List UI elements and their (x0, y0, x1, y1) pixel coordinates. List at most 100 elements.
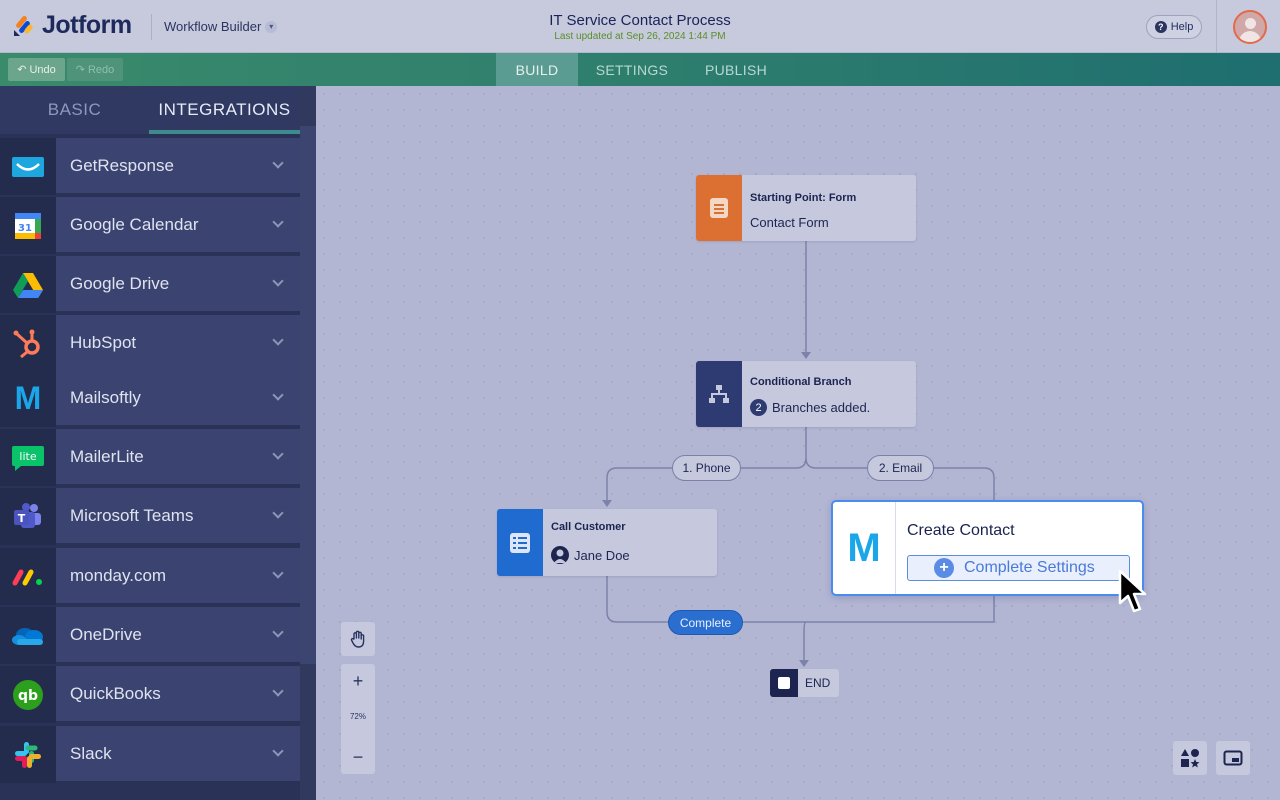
complete-settings-button[interactable]: + Complete Settings (907, 555, 1130, 581)
avatar[interactable] (1233, 10, 1267, 44)
end-label: END (805, 676, 831, 690)
onedrive-icon (0, 607, 56, 664)
sidebar-item-google-calendar[interactable]: 31 Google Calendar (0, 197, 300, 254)
redo-label: Redo (87, 63, 115, 76)
branch-label-email[interactable]: 2. Email (867, 455, 934, 481)
tab-publish[interactable]: PUBLISH (688, 53, 784, 86)
quickbooks-icon: qb (0, 666, 56, 723)
user-icon (551, 546, 569, 564)
tab-build[interactable]: BUILD (496, 53, 578, 86)
mailsoftly-icon: M (833, 502, 896, 594)
header-divider (151, 14, 152, 40)
avatar-body (1239, 31, 1261, 42)
hand-icon[interactable] (341, 622, 375, 656)
plus-icon: + (934, 558, 954, 578)
question-icon: ? (1154, 21, 1167, 33)
sidebar-item-label: MailerLite (56, 429, 300, 486)
google-drive-icon (0, 256, 56, 313)
zoom-out-button[interactable]: − (341, 740, 375, 774)
tab-basic[interactable]: BASIC (0, 86, 149, 134)
end-node[interactable]: END (770, 669, 839, 697)
sidebar-item-monday[interactable]: monday.com (0, 548, 300, 605)
svg-text:qb: qb (18, 688, 38, 704)
pan-tool[interactable] (341, 622, 375, 656)
chevron-down-icon: ▾ (265, 20, 278, 33)
conditional-branch-node[interactable]: Conditional Branch 2 Branches added. (696, 361, 916, 427)
app-switcher[interactable]: Workflow Builder ▾ (164, 19, 278, 34)
undo-button[interactable]: ↶ Undo (8, 58, 65, 81)
hubspot-icon (0, 315, 56, 372)
sidebar-item-label: monday.com (56, 548, 300, 605)
sidebar-item-quickbooks[interactable]: qb QuickBooks (0, 666, 300, 723)
help-button[interactable]: ? Help (1146, 15, 1202, 39)
sidebar-item-slack[interactable]: Slack (0, 726, 300, 783)
header-divider-right (1216, 0, 1217, 53)
microsoft-teams-icon: T (0, 488, 56, 545)
sidebar-item-label: Slack (56, 726, 300, 783)
undo-icon: ↶ (17, 64, 27, 76)
sidebar-item-label: QuickBooks (56, 666, 300, 723)
branch-icon (696, 361, 742, 427)
call-node-assignee: Jane Doe (551, 546, 630, 564)
call-node-title: Call Customer (551, 521, 626, 533)
sidebar-item-label: Microsoft Teams (56, 488, 300, 545)
shapes-icon (1181, 749, 1200, 768)
mailsoftly-icon: M (0, 370, 56, 427)
svg-text:T: T (18, 512, 26, 525)
complete-settings-label: Complete Settings (964, 559, 1095, 576)
minimap-button[interactable] (1216, 741, 1250, 775)
zoom-controls: + 72% − (341, 664, 375, 774)
svg-text:lite: lite (19, 450, 36, 463)
app-header: Jotform Workflow Builder ▾ IT Service Co… (0, 0, 1280, 53)
google-calendar-icon: 31 (0, 197, 56, 254)
start-node-title: Starting Point: Form (750, 192, 857, 204)
help-label: Help (1170, 21, 1194, 33)
page-title[interactable]: IT Service Contact Process (440, 12, 840, 29)
sidebar-item-label: Mailsoftly (56, 370, 300, 427)
sidebar-tabs: BASIC INTEGRATIONS (0, 86, 300, 134)
avatar-head (1245, 18, 1256, 29)
tab-settings[interactable]: SETTINGS (583, 53, 681, 86)
minimap-icon (1223, 750, 1243, 766)
jotform-logo[interactable]: Jotform (12, 11, 132, 40)
sidebar-item-label: Google Calendar (56, 197, 300, 254)
app-name-label: Workflow Builder (164, 19, 262, 34)
sidebar-scrollbar-thumb[interactable] (300, 126, 316, 664)
sidebar-item-mailsoftly[interactable]: M Mailsoftly (0, 370, 300, 427)
call-customer-node[interactable]: Call Customer Jane Doe (497, 509, 717, 576)
sidebar-item-label: GetResponse (56, 138, 300, 195)
sidebar-item-label: HubSpot (56, 315, 300, 372)
branch-node-title: Conditional Branch (750, 376, 852, 388)
create-contact-title: Create Contact (907, 522, 1015, 539)
sidebar-item-microsoft-teams[interactable]: T Microsoft Teams (0, 488, 300, 545)
start-node-form-name: Contact Form (750, 215, 829, 230)
sidebar-item-mailerlite[interactable]: lite MailerLite (0, 429, 300, 486)
redo-button[interactable]: ↷ Redo (67, 58, 123, 81)
branch-count-badge: 2 (750, 399, 767, 416)
getresponse-icon (0, 138, 56, 195)
sidebar-item-getresponse[interactable]: GetResponse (0, 138, 300, 195)
elements-button[interactable] (1173, 741, 1207, 775)
workflow-title-block: IT Service Contact Process Last updated … (440, 12, 840, 42)
sidebar-item-label: Google Drive (56, 256, 300, 313)
sidebar-item-google-drive[interactable]: Google Drive (0, 256, 300, 313)
zoom-level: 72% (349, 712, 366, 721)
stop-icon (770, 669, 798, 697)
sidebar-item-hubspot[interactable]: HubSpot (0, 315, 300, 372)
logo-text: Jotform (42, 11, 132, 39)
svg-text:31: 31 (18, 223, 32, 234)
assignee-name: Jane Doe (574, 547, 630, 563)
branch-count-text: Branches added. (772, 400, 871, 415)
toolbar: ↶ Undo ↷ Redo BUILD SETTINGS PUBLISH (0, 53, 1280, 86)
complete-label[interactable]: Complete (668, 610, 743, 635)
create-contact-node[interactable]: M Create Contact + Complete Settings (831, 500, 1144, 596)
jotform-logo-icon (14, 15, 33, 36)
mouse-cursor-icon (1118, 569, 1147, 613)
start-node[interactable]: Starting Point: Form Contact Form (696, 175, 916, 241)
sidebar-item-onedrive[interactable]: OneDrive (0, 607, 300, 664)
zoom-in-button[interactable]: + (341, 664, 375, 698)
start-node-sub: Contact Form (750, 215, 829, 230)
branch-label-phone[interactable]: 1. Phone (672, 455, 741, 481)
redo-icon: ↷ (75, 64, 85, 76)
tab-integrations[interactable]: INTEGRATIONS (149, 86, 300, 134)
